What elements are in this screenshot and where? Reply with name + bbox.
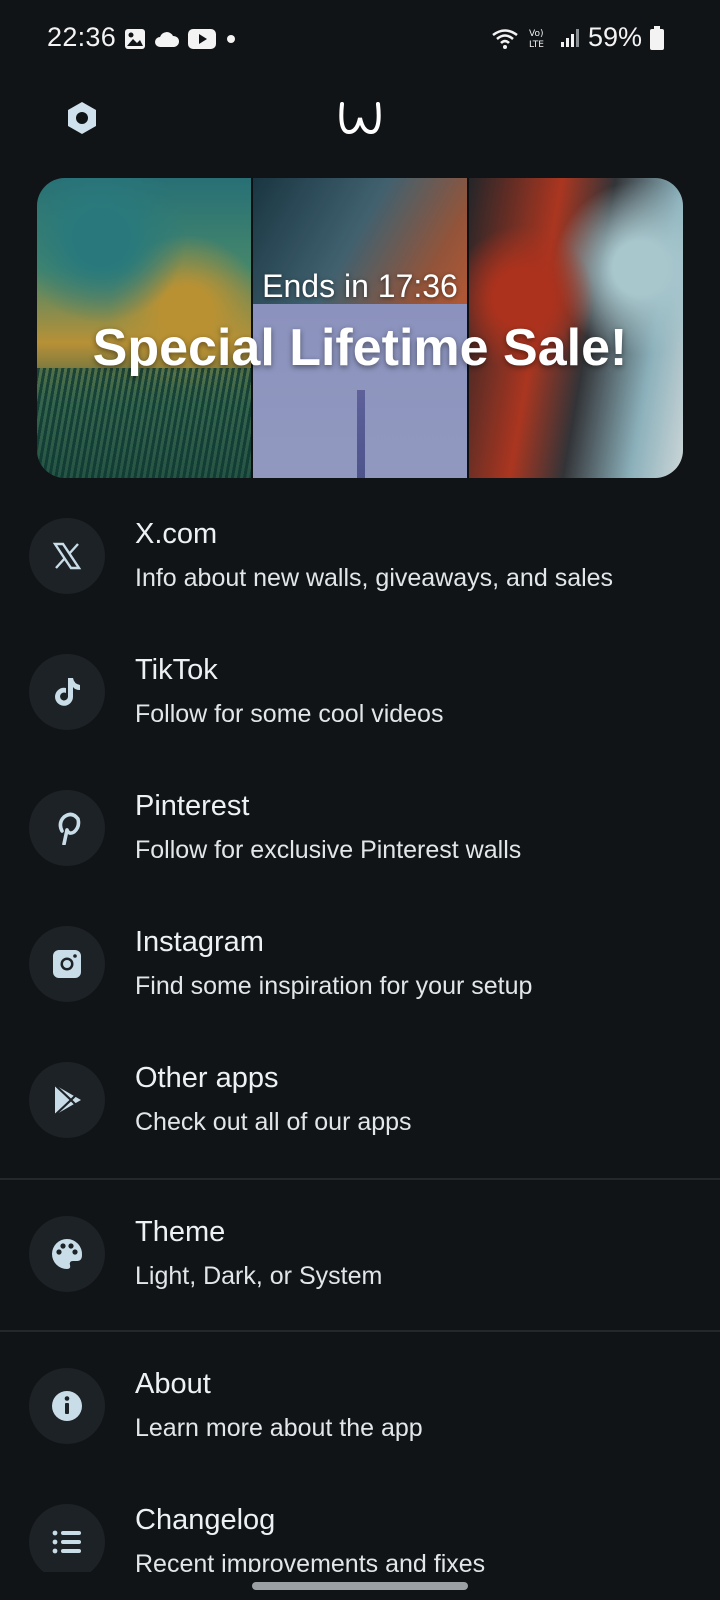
list-item-subtitle: Follow for exclusive Pinterest walls [135, 836, 522, 864]
app-logo-icon [339, 102, 381, 135]
list-item-title: About [135, 1368, 211, 1400]
banner-countdown: Ends in 17:36 [262, 268, 458, 304]
app-screen: 22:36 Vo) LTE 59% Ends in 17:36 Special … [0, 0, 720, 1572]
instagram-icon [53, 950, 81, 978]
battery-percent: 59% [587, 22, 642, 52]
dot-icon [227, 35, 235, 43]
banner-title: Special Lifetime Sale! [92, 319, 628, 377]
gallery-icon [125, 29, 145, 49]
list-item-title: X.com [135, 518, 218, 550]
cloud-icon [155, 32, 180, 47]
play-store-icon [54, 1084, 81, 1116]
list-item-pinterest[interactable]: Pinterest Follow for exclusive Pinterest… [0, 772, 720, 892]
wifi-icon [492, 28, 518, 49]
sale-banner[interactable]: Ends in 17:36 Special Lifetime Sale! [37, 178, 683, 478]
list-item-title: Theme [135, 1216, 226, 1248]
app-logo [337, 98, 383, 138]
list-item-title: Instagram [135, 926, 264, 958]
status-time: 22:36 [47, 22, 117, 52]
list-item-subtitle: Learn more about the app [135, 1414, 423, 1442]
list-item-x[interactable]: X.com Info about new walls, giveaways, a… [0, 500, 720, 620]
volte-icon: Vo)LTE [529, 29, 544, 50]
pinterest-icon [58, 812, 81, 845]
list-item-title: Pinterest [135, 790, 250, 822]
list-item-title: TikTok [135, 654, 218, 686]
hexagon-settings-icon [68, 102, 96, 134]
signal-icon [560, 28, 579, 47]
list-item-tiktok[interactable]: TikTok Follow for some cool videos [0, 636, 720, 756]
list-item-about[interactable]: About Learn more about the app [0, 1350, 720, 1470]
list-item-title: Other apps [135, 1062, 279, 1094]
list-item-title: Changelog [135, 1504, 276, 1536]
x-icon [52, 542, 82, 570]
notification-icons [124, 28, 238, 50]
list-item-subtitle: Check out all of our apps [135, 1108, 412, 1136]
list-item-subtitle: Light, Dark, or System [135, 1262, 383, 1290]
battery-icon [650, 25, 664, 50]
settings-button[interactable] [62, 98, 102, 138]
list-icon [52, 1530, 81, 1554]
status-bar: 22:36 Vo) LTE 59% [0, 0, 720, 80]
palette-icon [52, 1239, 83, 1269]
list-item-subtitle: Follow for some cool videos [135, 700, 444, 728]
svg-text:Vo): Vo) [529, 29, 543, 39]
section-divider [0, 1178, 720, 1180]
status-right: Vo) LTE 59% [490, 22, 664, 53]
info-icon [52, 1391, 82, 1421]
section-divider [0, 1330, 720, 1332]
list-item-subtitle: Recent improvements and fixes [135, 1550, 486, 1572]
list-item-other-apps[interactable]: Other apps Check out all of our apps [0, 1044, 720, 1164]
list-item-instagram[interactable]: Instagram Find some inspiration for your… [0, 908, 720, 1028]
list-item-changelog[interactable]: Changelog Recent improvements and fixes [0, 1486, 720, 1572]
svg-text:LTE: LTE [529, 40, 544, 50]
list-item-theme[interactable]: Theme Light, Dark, or System [0, 1198, 720, 1318]
list-item-subtitle: Info about new walls, giveaways, and sal… [135, 564, 614, 592]
gesture-nav-handle[interactable] [252, 1582, 468, 1590]
tiktok-icon [55, 678, 80, 706]
youtube-icon [188, 29, 216, 49]
list-item-subtitle: Find some inspiration for your setup [135, 972, 533, 1000]
